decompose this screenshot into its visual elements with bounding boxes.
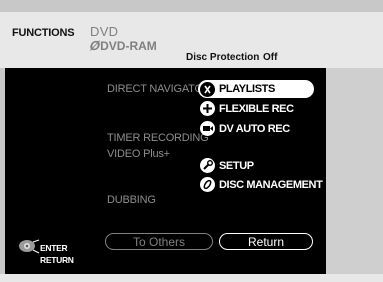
dv-camera-icon <box>200 121 215 136</box>
menu-item-label: FLEXIBLE REC <box>219 102 294 115</box>
to-others-button[interactable]: To Others <box>105 233 213 250</box>
menu-item-playlists[interactable]: PLAYLISTS <box>200 81 312 97</box>
screen: FUNCTIONS DVD ØDVD-RAM Disc Protection O… <box>0 0 383 282</box>
category-dubbing[interactable]: DUBBING <box>107 194 156 206</box>
menu-item-disc-management[interactable]: DISC MANAGEMENT <box>200 177 323 192</box>
setup-icon <box>200 158 215 173</box>
menu-item-label: DV AUTO REC <box>219 122 290 135</box>
disc-protection-label: Disc Protection <box>186 52 260 63</box>
category-direct-navigator[interactable]: DIRECT NAVIGATOR <box>107 83 211 95</box>
menu-item-dv-auto-rec[interactable]: DV AUTO REC <box>200 121 290 136</box>
media-type-dvd-ram: ØDVD-RAM <box>88 38 157 53</box>
menu-item-label: SETUP <box>219 159 254 172</box>
menu-item-setup[interactable]: SETUP <box>200 158 254 173</box>
bottom-strip <box>0 274 383 282</box>
flexible-rec-icon <box>200 101 215 116</box>
playlists-icon <box>200 81 215 97</box>
media-type-label: DVD-RAM <box>100 39 157 53</box>
category-video-plus[interactable]: VIDEO Plus+ <box>107 148 170 160</box>
enter-hint-label: ENTER <box>40 243 68 253</box>
media-type-dvd: DVD <box>90 24 119 39</box>
functions-title: FUNCTIONS <box>12 27 75 39</box>
menu-item-label: PLAYLISTS <box>219 83 275 95</box>
menu-item-flexible-rec[interactable]: FLEXIBLE REC <box>200 101 294 116</box>
return-button[interactable]: Return <box>219 233 313 250</box>
right-frame <box>326 68 383 274</box>
disc-protection-value: Off <box>263 52 278 63</box>
disc-management-icon <box>200 177 215 192</box>
return-hint-label: RETURN <box>40 255 74 265</box>
category-timer-recording[interactable]: TIMER RECORDING <box>107 132 209 144</box>
menu-item-label: DISC MANAGEMENT <box>219 178 323 191</box>
